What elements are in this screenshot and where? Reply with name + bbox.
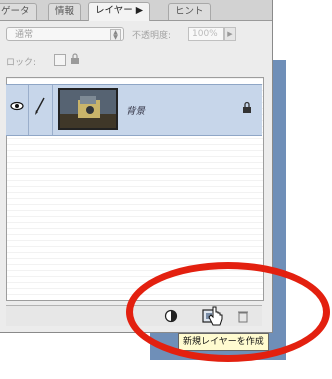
lock-row: ロック: [6, 53, 106, 68]
tab-layers[interactable]: レイヤー ▶ [88, 2, 151, 21]
opacity-label: 不透明度: [132, 31, 172, 41]
blend-mode-select[interactable]: 通常 [6, 27, 124, 41]
eye-icon [10, 101, 24, 111]
opacity-input[interactable]: 100% [188, 27, 224, 41]
layer-options-row: 通常 ▲ ▼ 不透明度: 100% ▶ [6, 27, 246, 43]
palette-tab-bar: ゲータ 情報 レイヤー ▶ ヒント [0, 0, 272, 21]
highlight-ellipse [126, 262, 330, 362]
lock-all-icon[interactable] [70, 53, 80, 65]
lock-label: ロック: [6, 58, 37, 68]
layer-link-toggle[interactable] [28, 85, 53, 135]
tab-navigator[interactable]: ゲータ [0, 3, 37, 20]
layer-lock-icon [243, 101, 251, 113]
layer-row[interactable]: 背景 [6, 84, 262, 136]
select-arrows-icon[interactable]: ▲ ▼ [110, 29, 121, 41]
paintbrush-icon [35, 97, 45, 115]
lock-transparency-checkbox[interactable] [54, 54, 66, 66]
tab-info[interactable]: 情報 [48, 3, 82, 20]
opacity-slider-button[interactable]: ▶ [224, 27, 236, 41]
tab-hints[interactable]: ヒント [168, 3, 211, 20]
layer-visibility-toggle[interactable] [6, 85, 29, 135]
layer-name: 背景 [126, 106, 146, 117]
layer-thumbnail [58, 88, 118, 130]
